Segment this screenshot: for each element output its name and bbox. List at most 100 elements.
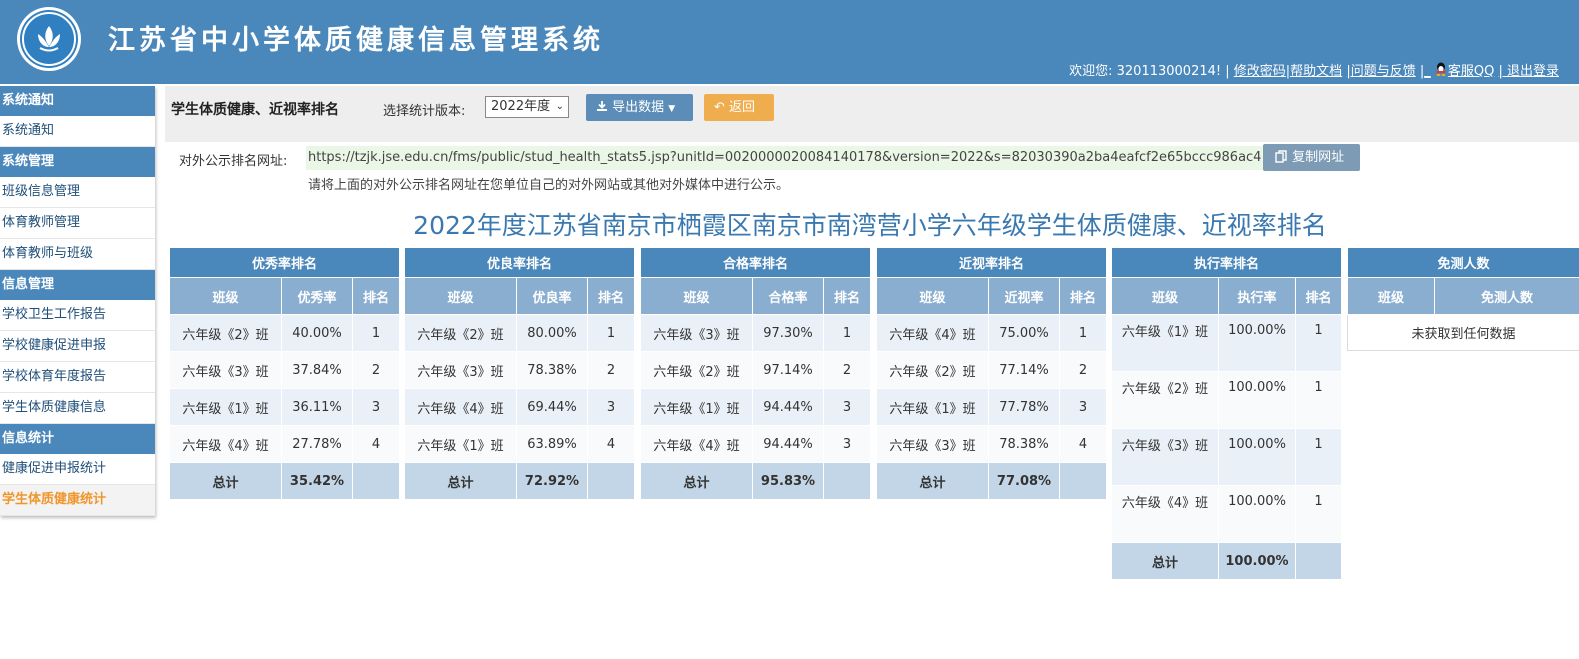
- table-title: 近视率排名: [875, 247, 1108, 278]
- total-row: 总计 95.83%: [640, 462, 872, 500]
- table-row: 六年级《1》班 94.44% 3: [640, 388, 872, 426]
- cell-class: 六年级《2》班: [404, 314, 517, 352]
- cell-class: 六年级《3》班: [640, 314, 753, 352]
- cell-rate: 80.00%: [516, 314, 588, 352]
- cell-rate: 69.44%: [516, 388, 588, 426]
- table-row: 六年级《3》班 37.84% 2: [169, 351, 401, 389]
- toolbar: 学生体质健康、近视率排名 选择统计版本: 2022年度 ⌄ 导出数据 ▼ ↶ 返…: [165, 86, 1579, 142]
- change-password-link[interactable]: 修改密码: [1234, 64, 1286, 79]
- cell-rank: 4: [586, 425, 636, 463]
- total-row: 总计 72.92%: [404, 462, 636, 500]
- table-row: 六年级《4》班 69.44% 3: [404, 388, 636, 426]
- chevron-down-icon: ⌄: [555, 101, 564, 112]
- cell-class: 六年级《2》班: [876, 351, 989, 389]
- cell-rank: 2: [1058, 351, 1108, 389]
- cell-rate: 36.11%: [281, 388, 353, 426]
- column-header: 排名: [1058, 277, 1108, 315]
- sidebar-item-promotion-stats[interactable]: 健康促进申报统计: [0, 454, 155, 485]
- cell-class: 六年级《1》班: [169, 388, 282, 426]
- cell-rate: 94.44%: [752, 425, 824, 463]
- sidebar-item-health-promotion[interactable]: 学校健康促进申报: [0, 331, 155, 362]
- user-bar: 欢迎您: 320113000214! | 修改密码|帮助文档 |问题与反馈 |_…: [1069, 60, 1559, 79]
- sidebar-item-teacher-class[interactable]: 体育教师与班级: [0, 239, 155, 270]
- cell-class: 六年级《2》班: [169, 314, 282, 352]
- help-doc-link[interactable]: |帮助文档: [1286, 64, 1342, 79]
- cell-rate: 100.00%: [1218, 314, 1296, 372]
- cell-class: 六年级《1》班: [876, 388, 989, 426]
- public-url-value[interactable]: https://tzjk.jse.edu.cn/fms/public/stud_…: [306, 146, 1264, 170]
- cell-rate: 78.38%: [988, 425, 1060, 463]
- cell-rank: 3: [586, 388, 636, 426]
- sidebar-group-system[interactable]: 系统管理: [0, 147, 155, 177]
- total-label: 总计: [404, 462, 517, 500]
- cell-rank: 1: [1058, 314, 1108, 352]
- table-row: 六年级《2》班 77.14% 2: [876, 351, 1108, 389]
- column-header: 排名: [586, 277, 636, 315]
- report-title: 2022年度江苏省南京市栖霞区南京市南湾营小学六年级学生体质健康、近视率排名: [413, 211, 1327, 240]
- service-qq-link[interactable]: 客服QQ: [1448, 64, 1494, 79]
- column-header: 排名: [351, 277, 401, 315]
- empty-state-text: 未获取到任何数据: [1346, 314, 1579, 351]
- total-rank: [586, 462, 636, 500]
- table-row: 六年级《3》班 100.00% 1: [1111, 428, 1343, 486]
- cell-rate: 77.78%: [988, 388, 1060, 426]
- cell-rate: 100.00%: [1218, 485, 1296, 543]
- export-button[interactable]: 导出数据 ▼: [586, 94, 693, 121]
- cell-class: 六年级《2》班: [640, 351, 753, 389]
- sidebar-item-pe-annual-report[interactable]: 学校体育年度报告: [0, 362, 155, 393]
- version-label: 选择统计版本:: [383, 104, 466, 119]
- sidebar-item-class-info[interactable]: 班级信息管理: [0, 177, 155, 208]
- table-row: 六年级《4》班 27.78% 4: [169, 425, 401, 463]
- total-value: 77.08%: [988, 462, 1060, 500]
- table-title: 免测人数: [1346, 247, 1579, 278]
- cell-rank: 1: [1294, 428, 1343, 486]
- cell-rank: 1: [351, 314, 401, 352]
- good-rate-table: 优良率排名 班级 优良率 排名 六年级《2》班 80.00% 1 六年级《3》班 78…: [403, 247, 636, 500]
- total-rank: [351, 462, 401, 500]
- total-row: 总计 100.00%: [1111, 542, 1343, 580]
- cell-class: 六年级《4》班: [169, 425, 282, 463]
- column-header: 合格率: [752, 277, 824, 315]
- total-rank: [1058, 462, 1108, 500]
- copy-url-button[interactable]: 复制网址: [1263, 144, 1360, 171]
- table-row: 六年级《1》班 77.78% 3: [876, 388, 1108, 426]
- sidebar-group-stats[interactable]: 信息统计: [0, 424, 155, 454]
- pass-rate-table: 合格率排名 班级 合格率 排名 六年级《3》班 97.30% 1 六年级《2》班 97…: [639, 247, 872, 500]
- public-url-hint: 请将上面的对外公示排名网址在您单位自己的对外网站或其他对外媒体中进行公示。: [308, 178, 790, 193]
- sidebar-group-notice[interactable]: 系统通知: [0, 86, 155, 116]
- total-value: 95.83%: [752, 462, 824, 500]
- feedback-link[interactable]: |问题与反馈: [1346, 64, 1415, 79]
- public-url-label: 对外公示排名网址:: [179, 154, 288, 169]
- logout-link[interactable]: | 退出登录: [1498, 64, 1559, 79]
- cell-rate: 97.30%: [752, 314, 824, 352]
- cell-rate: 37.84%: [281, 351, 353, 389]
- column-header: 排名: [1294, 277, 1343, 315]
- sidebar-item-notice[interactable]: 系统通知: [0, 116, 155, 147]
- cell-class: 六年级《3》班: [404, 351, 517, 389]
- export-button-label: 导出数据: [612, 100, 665, 115]
- cell-class: 六年级《4》班: [1111, 485, 1219, 543]
- cell-rank: 1: [822, 314, 872, 352]
- total-value: 72.92%: [516, 462, 588, 500]
- sidebar-group-info[interactable]: 信息管理: [0, 270, 155, 300]
- total-row: 总计 35.42%: [169, 462, 401, 500]
- column-header: 班级: [1111, 277, 1219, 315]
- back-button[interactable]: ↶ 返回: [704, 94, 774, 121]
- column-header: 班级: [876, 277, 989, 315]
- table-row: 六年级《2》班 100.00% 1: [1111, 371, 1343, 429]
- cell-class: 六年级《4》班: [876, 314, 989, 352]
- cell-rank: 1: [586, 314, 636, 352]
- total-value: 35.42%: [281, 462, 353, 500]
- reply-arrow-icon: ↶: [714, 100, 725, 115]
- sidebar-item-student-health-info[interactable]: 学生体质健康信息: [0, 393, 155, 424]
- version-select[interactable]: 2022年度 ⌄: [485, 96, 569, 118]
- table-row: 六年级《3》班 97.30% 1: [640, 314, 872, 352]
- table-row: 六年级《3》班 78.38% 4: [876, 425, 1108, 463]
- cell-rate: 100.00%: [1218, 428, 1296, 486]
- sidebar-item-health-report[interactable]: 学校卫生工作报告: [0, 300, 155, 331]
- system-logo: [17, 7, 81, 71]
- total-label: 总计: [640, 462, 753, 500]
- column-header: 近视率: [988, 277, 1060, 315]
- cell-rate: 97.14%: [752, 351, 824, 389]
- sidebar-item-student-health-stats[interactable]: 学生体质健康统计: [0, 485, 155, 516]
